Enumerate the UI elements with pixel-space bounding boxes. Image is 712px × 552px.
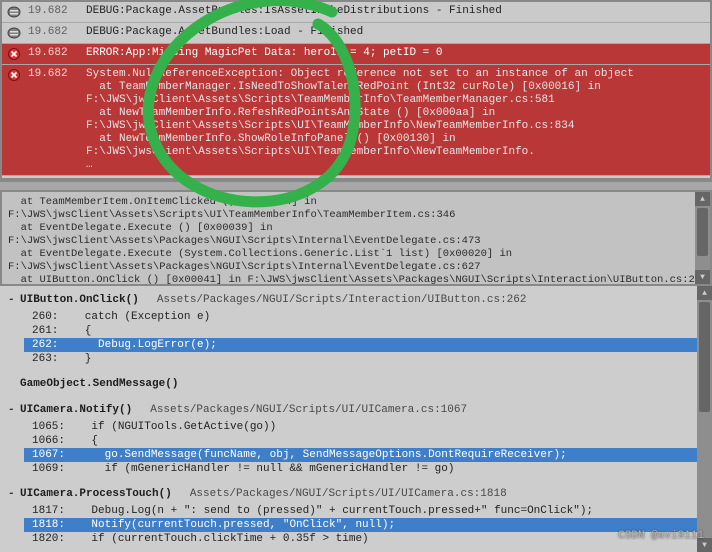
frame-path: Assets/Packages/NGUI/Scripts/UI/UICamera… <box>150 404 467 416</box>
log-row-debug[interactable]: 19.682DEBUG:Package.AssetBundles:IsAsset… <box>2 2 710 23</box>
debug-icon <box>6 26 22 40</box>
frame-function: UIButton.OnClick() <box>20 294 157 306</box>
log-message: DEBUG:Package.AssetBundles:Load - Finish… <box>86 26 706 39</box>
stack-line: F:\JWS\jwsClient\Assets\Packages\NGUI\Sc… <box>8 261 708 274</box>
log-message: DEBUG:App:[MulilLanguage] ~~~~~~~not fin… <box>86 179 706 180</box>
frame-path: Assets/Packages/NGUI/Scripts/Interaction… <box>157 294 527 306</box>
code-line[interactable]: 1069: if (mGenericHandler != null && mGe… <box>24 462 712 476</box>
warn-icon <box>6 179 22 180</box>
code-line[interactable]: 1817: Debug.Log(n + ": send to (pressed)… <box>24 504 712 518</box>
splitter[interactable] <box>0 180 712 192</box>
code-line[interactable]: 1820: if (currentTouch.clickTime + 0.35f… <box>24 532 712 546</box>
scroll-up-arrow[interactable]: ▲ <box>695 192 710 206</box>
code-line[interactable]: 1065: if (NGUITools.GetActive(go)) <box>24 420 712 434</box>
stack-frame[interactable]: -UIButton.OnClick()Assets/Packages/NGUI/… <box>0 292 712 366</box>
fold-toggle[interactable]: - <box>8 488 20 500</box>
stack-detail-panel[interactable]: at TeamMemberItem.OnItemClicked () [0x00… <box>0 192 712 284</box>
stack-frame[interactable]: GameObject.SendMessage() <box>0 376 712 392</box>
debug-icon <box>6 5 22 19</box>
log-timestamp: 19.682 <box>22 68 86 80</box>
scroll-down-arrow[interactable]: ▼ <box>697 538 712 552</box>
frame-function: GameObject.SendMessage() <box>20 378 196 390</box>
fold-toggle[interactable]: - <box>8 404 20 416</box>
log-timestamp: 19.682 <box>22 26 86 38</box>
error-icon <box>6 68 22 82</box>
code-line[interactable]: 260: catch (Exception e) <box>24 310 712 324</box>
frame-function: UICamera.Notify() <box>20 404 150 416</box>
frame-header[interactable]: -UIButton.OnClick()Assets/Packages/NGUI/… <box>0 292 712 308</box>
scroll-down-arrow[interactable]: ▼ <box>695 270 710 284</box>
code-line[interactable]: 1066: { <box>24 434 712 448</box>
frame-header[interactable]: GameObject.SendMessage() <box>0 376 712 392</box>
stack-frame[interactable]: -UICamera.Notify()Assets/Packages/NGUI/S… <box>0 402 712 476</box>
scroll-thumb[interactable] <box>699 302 710 412</box>
log-message: DEBUG:Package.AssetBundles:IsAssetInTheD… <box>86 5 706 18</box>
log-row-debug[interactable]: 19.682DEBUG:Package.AssetBundles:Load - … <box>2 23 710 44</box>
detail-scrollbar[interactable]: ▲▼ <box>695 192 710 284</box>
code-line[interactable]: 1067: go.SendMessage(funcName, obj, Send… <box>24 448 712 462</box>
console-log-panel[interactable]: 19.682DEBUG:Package.AssetBundles:IsAsset… <box>0 0 712 180</box>
stack-line: at TeamMemberItem.OnItemClicked () [0x00… <box>8 196 708 209</box>
callstack-panel[interactable]: -UIButton.OnClick()Assets/Packages/NGUI/… <box>0 284 712 552</box>
frame-path: Assets/Packages/NGUI/Scripts/UI/UICamera… <box>190 488 507 500</box>
log-timestamp: 19.682 <box>22 47 86 59</box>
stack-line: at EventDelegate.Execute (System.Collect… <box>8 248 708 261</box>
stack-line: F:\JWS\jwsClient\Assets\Scripts\UI\TeamM… <box>8 209 708 222</box>
code-line[interactable]: 1818: Notify(currentTouch.pressed, "OnCl… <box>24 518 712 532</box>
log-row-error-trace[interactable]: 19.682System.NullReferenceException: Obj… <box>2 65 710 176</box>
log-message: ERROR:App:Missing MagicPet Data: heroID … <box>86 47 706 60</box>
callstack-scrollbar[interactable]: ▲ ▼ <box>697 286 712 552</box>
code-line[interactable]: 261: { <box>24 324 712 338</box>
log-message: System.NullReferenceException: Object re… <box>86 68 706 172</box>
stack-line: at EventDelegate.Execute () [0x00039] in <box>8 222 708 235</box>
stack-frame[interactable]: -UICamera.ProcessTouch()Assets/Packages/… <box>0 486 712 546</box>
stack-line: at UIButton.OnClick () [0x00041] in F:\J… <box>8 274 708 284</box>
frame-header[interactable]: -UICamera.ProcessTouch()Assets/Packages/… <box>0 486 712 502</box>
log-row-error[interactable]: 19.682ERROR:App:Missing MagicPet Data: h… <box>2 44 710 65</box>
stack-line: F:\JWS\jwsClient\Assets\Packages\NGUI\Sc… <box>8 235 708 248</box>
log-timestamp: 19.682 <box>22 5 86 17</box>
code-block: 1817: Debug.Log(n + ": send to (pressed)… <box>0 502 712 546</box>
scroll-up-arrow[interactable]: ▲ <box>697 286 712 300</box>
log-row-warn[interactable]: DEBUG:App:[MulilLanguage] ~~~~~~~not fin… <box>2 176 710 180</box>
code-line[interactable]: 262: Debug.LogError(e); <box>24 338 712 352</box>
code-block: 1065: if (NGUITools.GetActive(go))1066: … <box>0 418 712 476</box>
frame-header[interactable]: -UICamera.Notify()Assets/Packages/NGUI/S… <box>0 402 712 418</box>
fold-toggle[interactable]: - <box>8 294 20 306</box>
scroll-thumb[interactable] <box>697 208 708 256</box>
error-icon <box>6 47 22 61</box>
frame-function: UICamera.ProcessTouch() <box>20 488 190 500</box>
code-block: 260: catch (Exception e)261: {262: Debug… <box>0 308 712 366</box>
code-line[interactable]: 263: } <box>24 352 712 366</box>
